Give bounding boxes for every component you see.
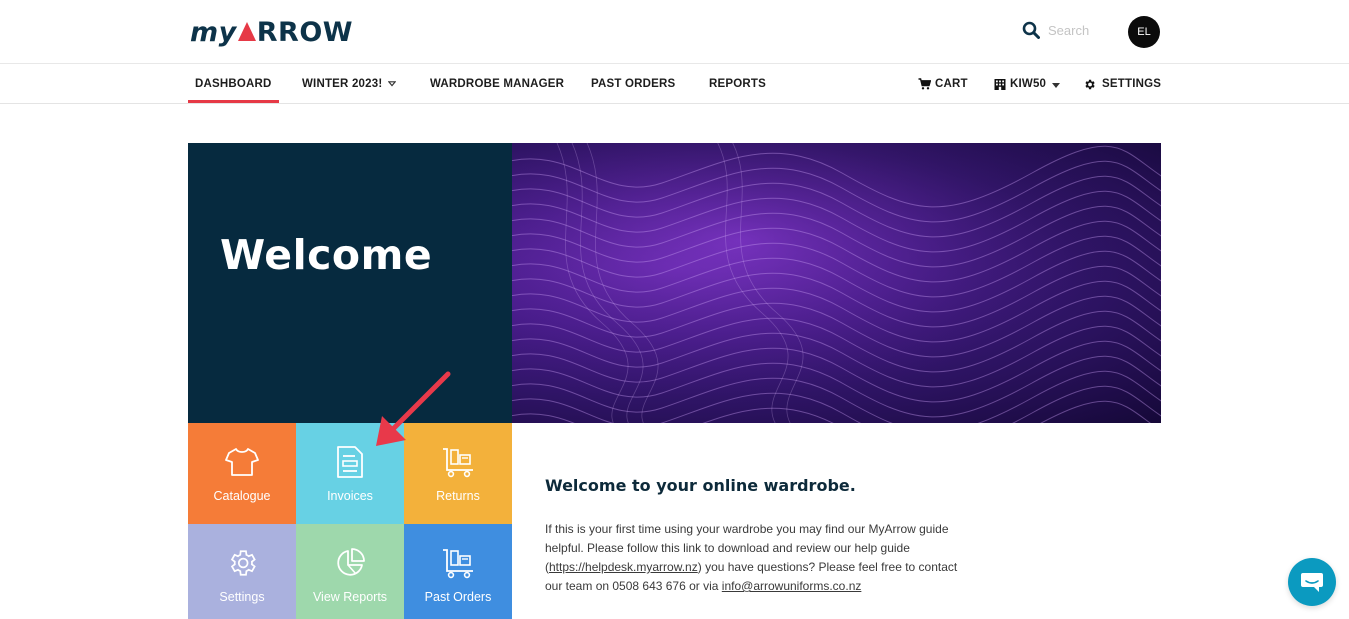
chat-bubble-icon (1301, 573, 1323, 592)
search-input[interactable] (1048, 22, 1118, 38)
email-link[interactable]: info@arrowuniforms.co.nz (722, 579, 862, 593)
nav-reports-label: REPORTS (709, 78, 766, 90)
building-icon (994, 79, 1006, 90)
welcome-hero-panel: Welcome (188, 143, 512, 423)
gear-icon (225, 546, 259, 580)
nav-past-orders-label: PAST ORDERS (591, 78, 676, 90)
tile-past-orders-label: Past Orders (424, 590, 492, 604)
nav-settings[interactable]: SETTINGS (1083, 65, 1161, 103)
search-box (1022, 21, 1118, 39)
tile-settings[interactable]: Settings (188, 524, 296, 619)
trolley-icon (441, 546, 475, 580)
chevron-down-icon (388, 81, 397, 87)
nav-wardrobe-label: WARDROBE MANAGER (430, 78, 565, 90)
nav-dashboard[interactable]: DASHBOARD (188, 65, 279, 103)
myarrow-logo[interactable]: my RROW (190, 12, 353, 52)
tile-invoices-label: Invoices (327, 489, 373, 503)
cart-icon (918, 78, 931, 90)
nav-winter-2023[interactable]: WINTER 2023! (302, 65, 397, 103)
hero-banner-image (512, 143, 1161, 423)
nav-account-label: KIW50 (1010, 78, 1047, 90)
tile-view-reports-label: View Reports (312, 590, 388, 604)
search-icon[interactable] (1022, 21, 1040, 39)
nav-winter-label: WINTER 2023! (302, 78, 383, 90)
nav-cart[interactable]: CART (918, 65, 968, 103)
top-header: myRROW EL (0, 0, 1349, 64)
invoice-icon (333, 445, 367, 479)
chat-button[interactable] (1288, 558, 1336, 606)
nav-past-orders[interactable]: PAST ORDERS (591, 65, 675, 103)
nav-settings-label: SETTINGS (1102, 78, 1162, 90)
hero-title: Welcome (220, 231, 433, 279)
nav-wardrobe-manager[interactable]: WARDROBE MANAGER (430, 65, 564, 103)
tile-returns-label: Returns (436, 489, 480, 503)
red-annotation-arrow-icon (376, 371, 451, 446)
welcome-paragraph: If this is your first time using your wa… (545, 520, 965, 596)
nav-account-selector[interactable]: KIW50 (994, 65, 1061, 103)
user-avatar[interactable]: EL (1128, 16, 1160, 48)
main-nav: DASHBOARD WINTER 2023! WARDROBE MANAGER … (0, 65, 1349, 104)
logo-arrow-icon (237, 21, 256, 41)
tshirt-icon (225, 445, 259, 479)
nav-reports[interactable]: REPORTS (709, 65, 766, 103)
tile-catalogue-label: Catalogue (213, 489, 271, 503)
tile-catalogue[interactable]: Catalogue (188, 423, 296, 524)
tile-view-reports[interactable]: View Reports (296, 524, 404, 619)
helpdesk-link[interactable]: https://helpdesk.myarrow.nz (549, 560, 698, 574)
gear-icon (1085, 79, 1095, 89)
tile-settings-label: Settings (219, 590, 265, 604)
pie-chart-icon (333, 546, 367, 580)
tile-past-orders[interactable]: Past Orders (404, 524, 512, 619)
nav-cart-label: CART (935, 78, 968, 90)
welcome-heading: Welcome to your online wardrobe. (545, 476, 856, 495)
wave-pattern-graphic (512, 143, 1161, 423)
nav-dashboard-label: DASHBOARD (195, 77, 272, 90)
caret-down-icon (1052, 82, 1061, 88)
